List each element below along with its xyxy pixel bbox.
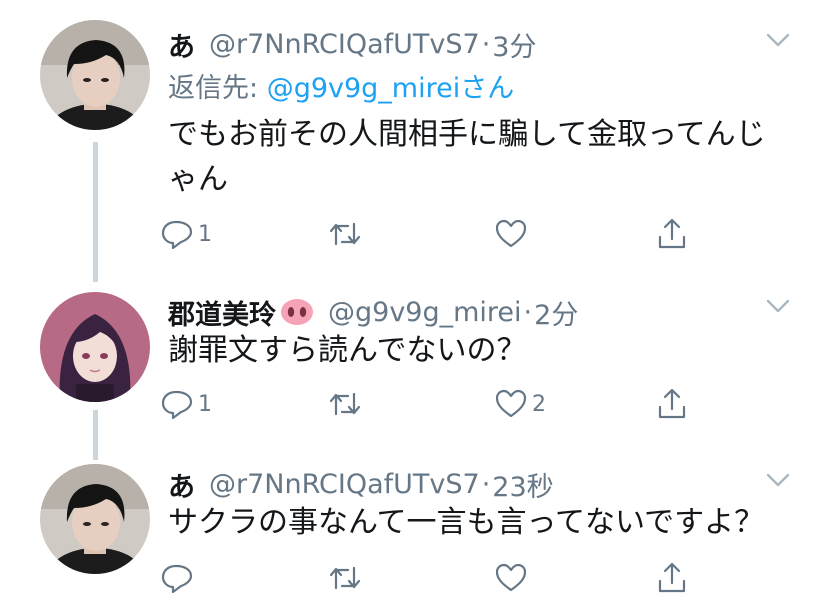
chevron-down-icon[interactable] xyxy=(766,298,790,314)
user-handle[interactable]: @r7NnRCIQafUTvS7 xyxy=(209,469,480,500)
tweet[interactable]: あ @r7NnRCIQafUTvS7 · 3分 返信先: @g9v9g_mire… xyxy=(0,18,828,268)
share-icon xyxy=(658,562,686,593)
tweet-text: でもお前その人間相手に騙して金取ってんじゃん xyxy=(168,117,766,197)
retweet-button[interactable] xyxy=(328,384,366,424)
display-name[interactable]: あ xyxy=(168,25,195,64)
user-handle[interactable]: @g9v9g_mirei xyxy=(328,297,522,328)
display-name[interactable]: あ xyxy=(168,465,195,504)
tweet-text: サクラの事なんて一言も言ってないですよ？ xyxy=(168,505,765,540)
action-bar: 1 xyxy=(160,214,720,254)
reply-count: 1 xyxy=(198,221,212,247)
retweet-button[interactable] xyxy=(328,558,366,598)
timestamp[interactable]: 2分 xyxy=(534,293,578,332)
retweet-icon xyxy=(329,566,361,590)
reply-icon xyxy=(161,564,193,594)
share-icon xyxy=(658,218,686,249)
chevron-down-icon[interactable] xyxy=(766,32,790,48)
separator-dot: · xyxy=(481,28,491,60)
separator-dot: · xyxy=(481,468,491,500)
reply-to-line: 返信先: @g9v9g_mireiさん xyxy=(168,66,514,105)
reply-button[interactable]: 1 xyxy=(160,384,212,424)
tweet-text: 謝罪文すら読んでないの？ xyxy=(168,333,527,368)
action-bar: 1 2 xyxy=(160,384,720,424)
like-icon xyxy=(495,563,527,592)
like-count: 2 xyxy=(532,391,546,417)
reply-count: 1 xyxy=(198,391,212,417)
tweet[interactable]: 郡道美玲 @g9v9g_mirei · 2分 謝罪文すら読んでないの？ 1 2 xyxy=(0,286,828,436)
retweet-button[interactable] xyxy=(328,214,366,254)
share-icon xyxy=(658,388,686,419)
reply-icon xyxy=(161,390,193,420)
pig-nose-emoji xyxy=(281,299,313,325)
avatar[interactable] xyxy=(40,20,150,130)
action-bar xyxy=(160,558,720,598)
like-button[interactable] xyxy=(494,558,532,598)
user-handle[interactable]: @r7NnRCIQafUTvS7 xyxy=(209,29,480,60)
timestamp[interactable]: 3分 xyxy=(492,25,536,64)
tweet-header: 郡道美玲 @g9v9g_mirei · 2分 xyxy=(168,292,578,332)
tweet-header: あ @r7NnRCIQafUTvS7 · 3分 xyxy=(168,24,536,64)
share-button[interactable] xyxy=(655,214,689,254)
reply-button[interactable]: 1 xyxy=(160,214,212,254)
retweet-icon xyxy=(329,392,361,416)
share-button[interactable] xyxy=(655,558,689,598)
tweet[interactable]: あ @r7NnRCIQafUTvS7 · 23秒 サクラの事なんて一言も言ってな… xyxy=(0,458,828,615)
like-button[interactable] xyxy=(494,214,532,254)
like-icon xyxy=(495,389,527,418)
tweet-header: あ @r7NnRCIQafUTvS7 · 23秒 xyxy=(168,464,554,504)
reply-suffix: さん xyxy=(460,73,515,104)
separator-dot: · xyxy=(523,296,533,328)
like-button[interactable]: 2 xyxy=(494,384,546,424)
chevron-down-icon[interactable] xyxy=(766,472,790,488)
reply-mention-link[interactable]: @g9v9g_mirei xyxy=(267,73,461,104)
like-icon xyxy=(495,219,527,248)
avatar[interactable] xyxy=(40,292,150,402)
reply-to-label: 返信先: xyxy=(168,73,267,104)
share-button[interactable] xyxy=(655,384,689,424)
avatar[interactable] xyxy=(40,464,150,574)
retweet-icon xyxy=(329,222,361,246)
reply-icon xyxy=(161,220,193,250)
display-name[interactable]: 郡道美玲 xyxy=(168,293,276,332)
timestamp[interactable]: 23秒 xyxy=(492,465,553,504)
reply-button[interactable] xyxy=(160,558,198,598)
